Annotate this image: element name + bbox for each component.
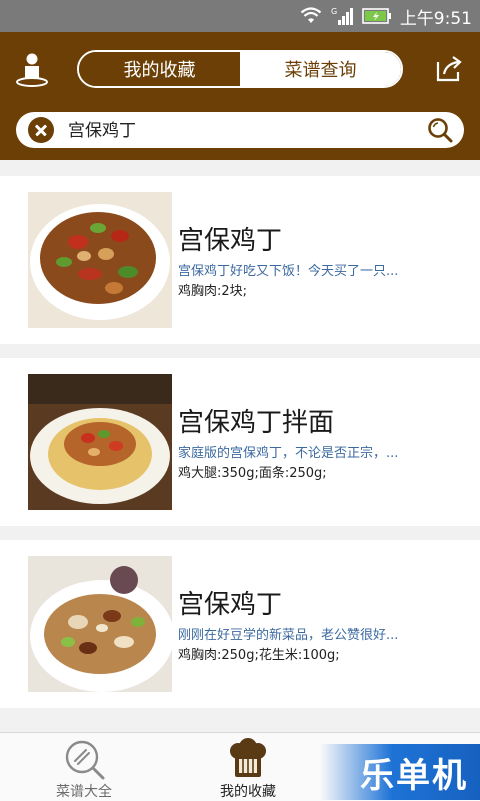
recipe-description: 宫保鸡丁好吃又下饭！今天买了一只... xyxy=(178,264,399,279)
header: 我的收藏 菜谱查询 xyxy=(0,32,480,160)
watermark-logo: 乐单机 xyxy=(320,744,480,800)
chef-hat-icon xyxy=(230,738,266,777)
user-icon[interactable] xyxy=(14,52,50,88)
nav-label: 我的收藏 xyxy=(220,784,276,800)
recipe-card[interactable]: 宫保鸡丁拌面 家庭版的宫保鸡丁，不论是否正宗，... 鸡大腿:350g;面条:2… xyxy=(0,358,480,526)
recipe-thumbnail xyxy=(28,556,172,692)
tab-recipe-search[interactable]: 菜谱查询 xyxy=(240,52,401,86)
recipe-description: 刚刚在好豆学的新菜品，老公赞很好... xyxy=(178,628,399,643)
recipe-description: 家庭版的宫保鸡丁，不论是否正宗，... xyxy=(178,446,399,461)
search-icon[interactable] xyxy=(426,116,454,144)
nav-label: 菜谱大全 xyxy=(56,784,112,800)
recipe-title: 宫保鸡丁 xyxy=(178,590,283,620)
status-bar: G 上午9:51 xyxy=(0,0,480,32)
recipe-title: 宫保鸡丁 xyxy=(178,226,283,256)
recipe-ingredients: 鸡胸肉:2块; xyxy=(178,284,248,299)
watermark-text: 乐单机 xyxy=(360,756,468,796)
tab-favorites[interactable]: 我的收藏 xyxy=(79,52,240,86)
search-input[interactable] xyxy=(68,118,408,138)
battery-icon xyxy=(362,8,391,24)
recipe-ingredients: 鸡胸肉:250g;花生米:100g; xyxy=(178,648,340,663)
nav-favorites[interactable]: 我的收藏 xyxy=(168,733,328,801)
network-type: G xyxy=(331,7,337,16)
recipe-thumbnail xyxy=(28,374,172,510)
search-bar xyxy=(16,112,464,148)
status-time: 上午9:51 xyxy=(399,8,472,29)
clear-icon[interactable] xyxy=(28,117,54,143)
wifi-icon xyxy=(300,7,322,23)
share-icon[interactable] xyxy=(432,52,466,86)
recipe-card[interactable]: 宫保鸡丁 刚刚在好豆学的新菜品，老公赞很好... 鸡胸肉:250g;花生米:10… xyxy=(0,540,480,708)
search-icon xyxy=(65,740,105,780)
nav-recipes[interactable]: 菜谱大全 xyxy=(4,733,164,801)
recipe-ingredients: 鸡大腿:350g;面条:250g; xyxy=(178,466,327,481)
recipe-title: 宫保鸡丁拌面 xyxy=(178,408,335,438)
segment-control: 我的收藏 菜谱查询 xyxy=(77,50,403,88)
recipe-thumbnail xyxy=(28,192,172,328)
recipe-card[interactable]: 宫保鸡丁 宫保鸡丁好吃又下饭！今天买了一只... 鸡胸肉:2块; xyxy=(0,176,480,344)
signal-icon: G xyxy=(331,7,353,25)
